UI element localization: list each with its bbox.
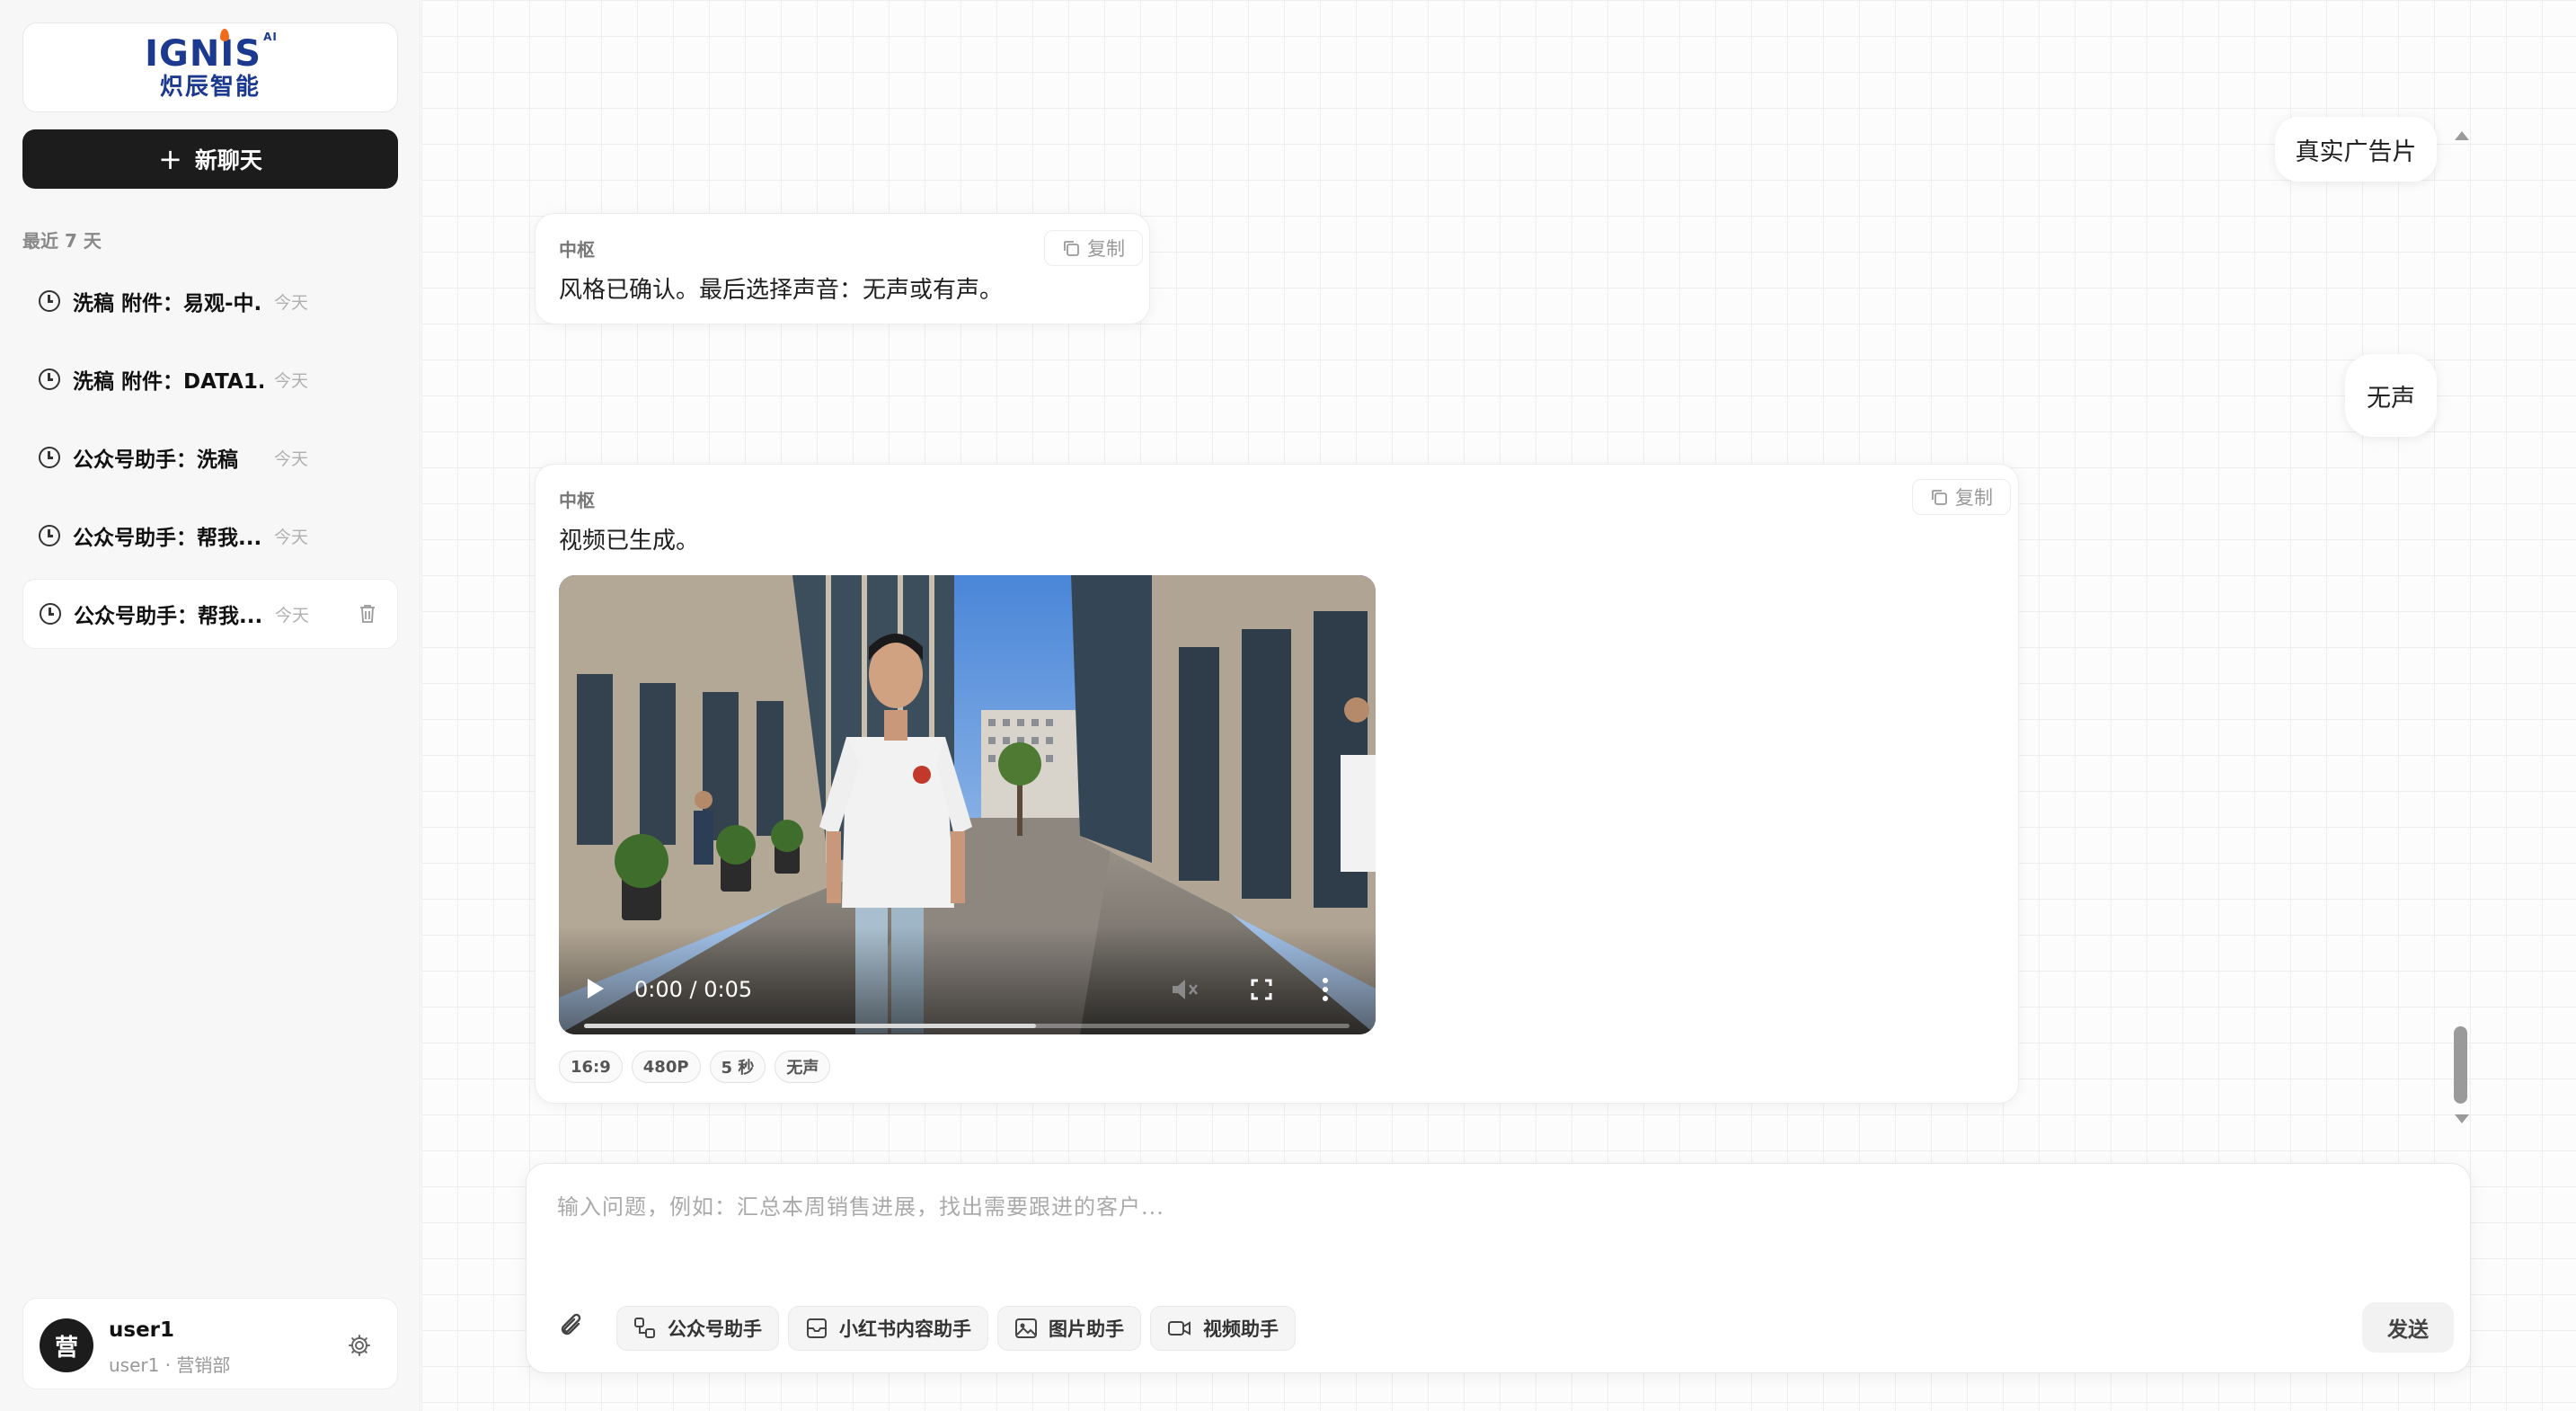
video-progress-bar[interactable] bbox=[584, 1024, 1350, 1028]
user-name: user1 bbox=[109, 1318, 175, 1342]
clock-icon bbox=[39, 290, 60, 312]
history-title: 洗稿 附件：DATA1... bbox=[73, 370, 263, 394]
bot-message: 中枢 风格已确认。最后选择声音：无声或有声。 复制 bbox=[535, 213, 1150, 324]
clock-icon bbox=[39, 447, 60, 468]
tag-sound: 无声 bbox=[775, 1051, 831, 1083]
composer: 公众号助手 小红书内容助手 图片助手 视频助手 发送 bbox=[526, 1163, 2471, 1373]
message-input[interactable] bbox=[557, 1189, 2354, 1279]
tool-xiaohongshu-assistant[interactable]: 小红书内容助手 bbox=[788, 1306, 988, 1351]
tool-wechat-assistant[interactable]: 公众号助手 bbox=[616, 1306, 779, 1351]
history-item[interactable]: 公众号助手：洗稿 今天 bbox=[22, 422, 398, 493]
video-player[interactable]: 0:00 / 0:05 bbox=[559, 575, 1376, 1034]
history-item[interactable]: 公众号助手：帮我... 今天 bbox=[22, 501, 398, 571]
more-options-icon[interactable] bbox=[1321, 977, 1330, 1002]
history-time: 今天 bbox=[275, 605, 310, 626]
history-item[interactable]: 洗稿 附件：易观-中... 今天 bbox=[22, 266, 398, 336]
video-camera-icon bbox=[1168, 1321, 1191, 1336]
chat-history-list: 洗稿 附件：易观-中... 今天 洗稿 附件：DATA1... 今天 公众号助手… bbox=[22, 266, 398, 657]
history-time: 今天 bbox=[274, 448, 309, 469]
copy-icon bbox=[1932, 490, 1947, 505]
logo: IGNIS AI 炽辰智能 bbox=[22, 22, 398, 112]
bot-name: 中枢 bbox=[559, 239, 595, 261]
plus-icon: + bbox=[158, 142, 182, 176]
image-icon bbox=[1015, 1318, 1037, 1338]
scroll-down-arrow[interactable] bbox=[2455, 1114, 2469, 1123]
history-time: 今天 bbox=[274, 527, 309, 547]
tool-image-assistant[interactable]: 图片助手 bbox=[997, 1306, 1141, 1351]
play-icon[interactable] bbox=[588, 979, 604, 998]
video-time: 0:00 / 0:05 bbox=[634, 977, 753, 1002]
history-title: 公众号助手：帮我... bbox=[74, 605, 263, 628]
tag-duration: 5 秒 bbox=[709, 1051, 766, 1083]
new-chat-button[interactable]: + 新聊天 bbox=[22, 129, 398, 189]
trash-icon[interactable] bbox=[359, 604, 376, 624]
copy-button[interactable]: 复制 bbox=[1912, 479, 2011, 515]
gear-icon[interactable] bbox=[347, 1333, 372, 1358]
copy-button[interactable]: 复制 bbox=[1044, 230, 1143, 266]
fullscreen-icon[interactable] bbox=[1251, 979, 1272, 1000]
logo-subtitle: 炽辰智能 bbox=[159, 74, 261, 101]
scrollbar-thumb[interactable] bbox=[2454, 1026, 2467, 1104]
history-item[interactable]: 洗稿 附件：DATA1... 今天 bbox=[22, 344, 398, 414]
bot-name: 中枢 bbox=[559, 490, 595, 511]
scroll-up-arrow[interactable] bbox=[2455, 131, 2469, 140]
history-title: 公众号助手：帮我... bbox=[73, 527, 262, 550]
bot-message: 中枢 视频已生成。 复制 0:00 / 0:05 16:9 480P 5 秒 无… bbox=[535, 464, 2019, 1104]
recent-section-label: 最近 7 天 bbox=[22, 230, 102, 252]
avatar: 营 bbox=[40, 1318, 93, 1372]
tag-resolution: 480P bbox=[631, 1051, 701, 1083]
history-title: 洗稿 附件：易观-中... bbox=[73, 292, 263, 315]
user-message: 无声 bbox=[2345, 354, 2437, 437]
history-time: 今天 bbox=[274, 370, 309, 391]
bot-text: 风格已确认。最后选择声音：无声或有声。 bbox=[559, 277, 1004, 304]
nodes-icon bbox=[634, 1318, 655, 1338]
video-controls: 0:00 / 0:05 bbox=[559, 927, 1376, 1034]
user-dept: user1 · 营销部 bbox=[109, 1354, 231, 1376]
flame-icon bbox=[220, 29, 230, 41]
user-card[interactable]: 营 user1 user1 · 营销部 bbox=[22, 1298, 398, 1389]
history-item-active[interactable]: 公众号助手：帮我... 今天 bbox=[22, 579, 398, 649]
inbox-icon bbox=[807, 1318, 827, 1338]
tool-video-assistant[interactable]: 视频助手 bbox=[1150, 1306, 1296, 1351]
video-progress-fill bbox=[584, 1024, 1036, 1028]
send-button[interactable]: 发送 bbox=[2362, 1302, 2454, 1353]
clock-icon bbox=[39, 525, 60, 546]
tool-buttons: 公众号助手 小红书内容助手 图片助手 视频助手 bbox=[616, 1306, 1296, 1351]
history-title: 公众号助手：洗稿 bbox=[73, 448, 238, 472]
copy-icon bbox=[1064, 241, 1079, 256]
volume-muted-icon[interactable] bbox=[1170, 977, 1199, 1002]
tag-aspect: 16:9 bbox=[559, 1051, 623, 1083]
sidebar: IGNIS AI 炽辰智能 + 新聊天 最近 7 天 洗稿 附件：易观-中... … bbox=[0, 0, 420, 1411]
logo-brand: IGNIS AI bbox=[145, 29, 278, 75]
user-message: 真实广告片 bbox=[2275, 117, 2437, 182]
clock-icon bbox=[39, 368, 60, 390]
paperclip-icon[interactable] bbox=[559, 1311, 586, 1342]
history-time: 今天 bbox=[274, 292, 309, 313]
clock-icon bbox=[40, 603, 61, 625]
video-tags: 16:9 480P 5 秒 无声 bbox=[559, 1051, 831, 1083]
bot-text: 视频已生成。 bbox=[559, 528, 700, 555]
